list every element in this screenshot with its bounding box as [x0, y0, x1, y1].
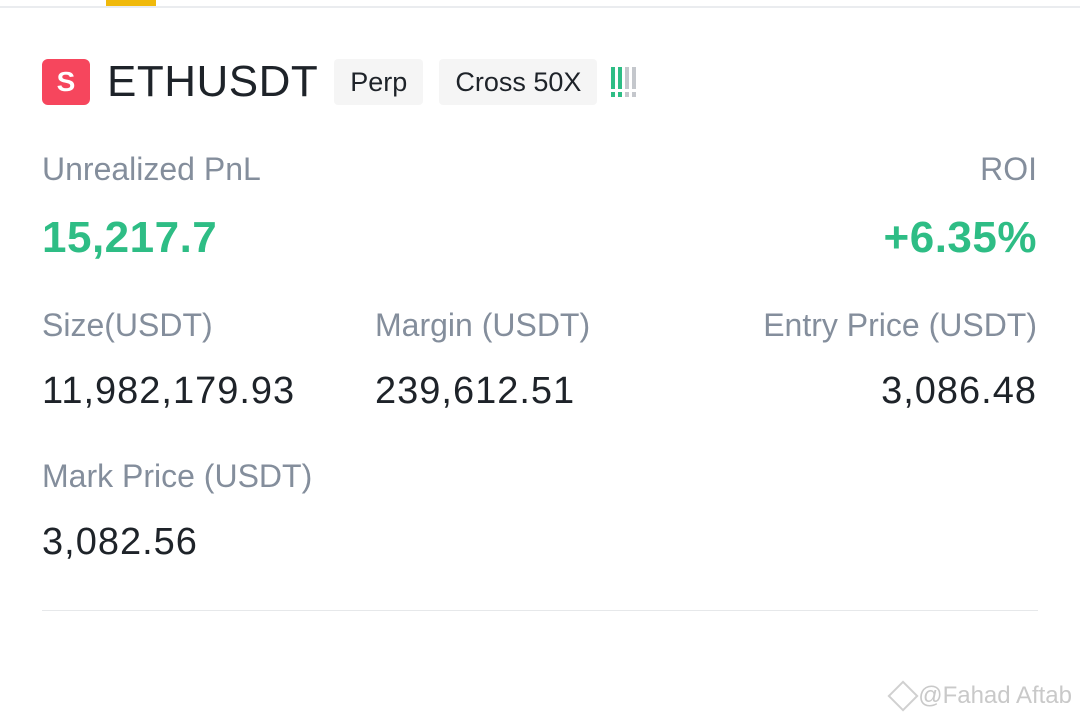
size-value: 11,982,179.93 — [42, 370, 296, 412]
entry-price-label: Entry Price (USDT) — [763, 307, 1037, 343]
mark-price-value: 3,082.56 — [42, 521, 198, 563]
short-side-badge: S — [42, 59, 90, 105]
section-divider — [42, 610, 1038, 611]
size-label: Size(USDT) — [42, 307, 213, 343]
active-tab-indicator — [106, 0, 156, 6]
roi-value: +6.35% — [883, 213, 1037, 262]
symbol-title[interactable]: ETHUSDT — [107, 58, 318, 106]
margin-ratio-risk-icon[interactable] — [611, 67, 637, 97]
watermark-diamond-icon — [887, 680, 919, 712]
risk-bar — [618, 67, 623, 97]
position-header: S ETHUSDT Perp Cross 50X — [42, 58, 637, 106]
entry-price-value: 3,086.48 — [881, 370, 1037, 412]
unrealized-pnl-label: Unrealized PnL — [42, 151, 261, 187]
unrealized-pnl-value: 15,217.7 — [42, 213, 218, 262]
watermark: @Fahad Aftab — [887, 680, 1072, 712]
roi-label: ROI — [980, 151, 1037, 187]
risk-bar — [625, 67, 630, 97]
contract-type-tag: Perp — [334, 59, 424, 105]
mark-price-label: Mark Price (USDT) — [42, 458, 313, 494]
margin-mode-tag[interactable]: Cross 50X — [439, 59, 598, 105]
risk-bar — [632, 67, 637, 97]
risk-bar — [611, 67, 616, 97]
margin-label: Margin (USDT) — [375, 307, 591, 343]
top-border — [0, 6, 1080, 8]
watermark-text: @Fahad Aftab — [918, 682, 1072, 709]
margin-value: 239,612.51 — [375, 370, 576, 412]
